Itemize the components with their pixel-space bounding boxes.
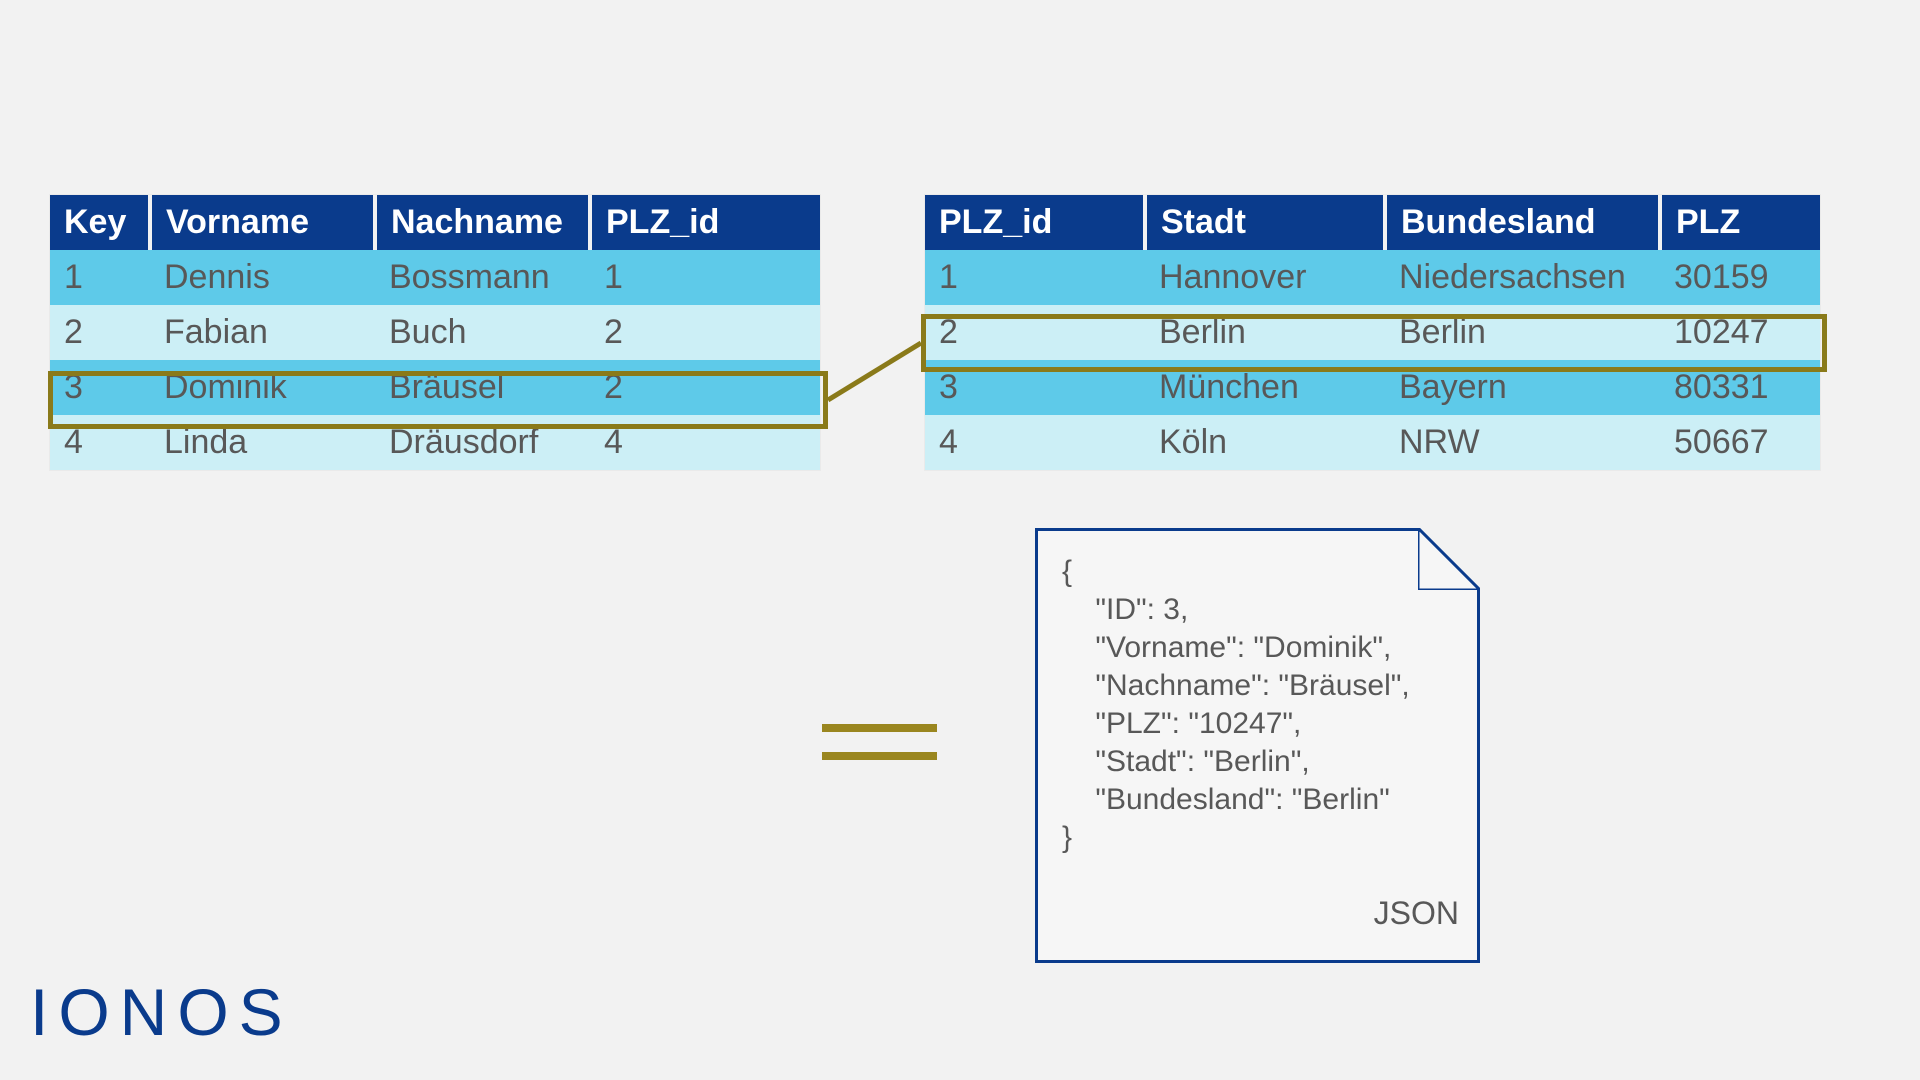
relation-connector-line [0,0,1920,1080]
cell: 4 [590,415,820,470]
ionos-logo: IONOS [30,974,293,1050]
cell: Bayern [1385,360,1660,415]
cell: Berlin [1385,305,1660,360]
cell: Linda [150,415,375,470]
table-row: 3 München Bayern 80331 [925,360,1820,415]
cell: Fabian [150,305,375,360]
cell: 2 [925,305,1145,360]
cell: Dräusdorf [375,415,590,470]
table-row: 4 Köln NRW 50667 [925,415,1820,470]
cell: 4 [50,415,150,470]
cell: 30159 [1660,250,1820,305]
table-row: 1 Hannover Niedersachsen 30159 [925,250,1820,305]
table-row: 3 Dominik Bräusel 2 [50,360,820,415]
cities-table: PLZ_id Stadt Bundesland PLZ 1 Hannover N… [925,195,1820,470]
cell: Dominik [150,360,375,415]
json-content: { "ID": 3, "Vorname": "Dominik", "Nachna… [1038,531,1477,857]
cell: 2 [590,360,820,415]
cell: Köln [1145,415,1385,470]
table-row: 4 Linda Dräusdorf 4 [50,415,820,470]
persons-header-vorname: Vorname [150,195,375,250]
cell: 1 [50,250,150,305]
cell: Niedersachsen [1385,250,1660,305]
cell: NRW [1385,415,1660,470]
cell: Bossmann [375,250,590,305]
persons-header-nachname: Nachname [375,195,590,250]
cell: 2 [590,305,820,360]
persons-header-key: Key [50,195,150,250]
cell: Hannover [1145,250,1385,305]
cell: 50667 [1660,415,1820,470]
cell: 1 [590,250,820,305]
equals-icon [822,724,937,780]
cell: Berlin [1145,305,1385,360]
cell: 10247 [1660,305,1820,360]
cell: München [1145,360,1385,415]
persons-header-plzid: PLZ_id [590,195,820,250]
table-row: 1 Dennis Bossmann 1 [50,250,820,305]
table-row: 2 Berlin Berlin 10247 [925,305,1820,360]
table-row: 2 Fabian Buch 2 [50,305,820,360]
cell: 4 [925,415,1145,470]
cell: 3 [50,360,150,415]
persons-header-row: Key Vorname Nachname PLZ_id [50,195,820,250]
cities-header-bundesland: Bundesland [1385,195,1660,250]
cell: 1 [925,250,1145,305]
page-fold-icon [1418,528,1480,590]
cell: Dennis [150,250,375,305]
persons-table: Key Vorname Nachname PLZ_id 1 Dennis Bos… [50,195,820,470]
cell: 80331 [1660,360,1820,415]
cell: Bräusel [375,360,590,415]
json-format-label: JSON [1374,894,1459,932]
cities-header-row: PLZ_id Stadt Bundesland PLZ [925,195,1820,250]
cell: Buch [375,305,590,360]
cities-header-stadt: Stadt [1145,195,1385,250]
cities-header-plzid: PLZ_id [925,195,1145,250]
cell: 3 [925,360,1145,415]
cities-header-plz: PLZ [1660,195,1820,250]
json-document-card: { "ID": 3, "Vorname": "Dominik", "Nachna… [1035,528,1480,963]
cell: 2 [50,305,150,360]
